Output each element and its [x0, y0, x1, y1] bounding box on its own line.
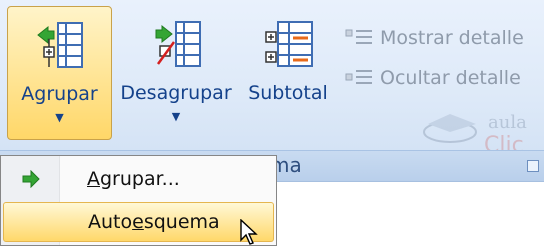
show-detail-icon: [345, 29, 372, 44]
agrupar-dropdown-menu: Agrupar... Autoesquema: [0, 155, 277, 246]
mostrar-detalle-label: Mostrar detalle: [380, 27, 524, 49]
desagrupar-button[interactable]: Desagrupar ▼: [117, 6, 235, 140]
dropdown-arrow-icon[interactable]: ▼: [55, 111, 63, 124]
agrupar-label: Agrupar: [21, 83, 98, 105]
ocultar-detalle-button[interactable]: Ocultar detalle: [344, 64, 521, 92]
ocultar-detalle-label: Ocultar detalle: [380, 67, 521, 89]
dropdown-arrow-icon[interactable]: ▼: [172, 110, 180, 123]
hide-detail-icon: [345, 70, 372, 84]
menu-item-agrupar[interactable]: Agrupar...: [3, 159, 274, 199]
mostrar-detalle-button[interactable]: Mostrar detalle: [344, 24, 524, 52]
group-icon: [30, 15, 90, 77]
mouse-cursor-icon: [240, 219, 258, 245]
agrupar-button[interactable]: Agrupar ▼: [7, 6, 112, 140]
menu-item-label: Autoesquema: [88, 211, 220, 233]
subtotal-button[interactable]: Subtotal: [242, 6, 334, 140]
dialog-launcher-icon[interactable]: [527, 160, 539, 172]
subtotal-icon: [258, 14, 318, 76]
svg-text:aula: aula: [488, 112, 527, 133]
menu-item-autoesquema[interactable]: Autoesquema: [3, 202, 274, 242]
green-arrow-icon: [3, 170, 59, 188]
menu-item-label: Agrupar...: [87, 168, 180, 190]
ungroup-icon: [146, 14, 206, 76]
subtotal-label: Subtotal: [248, 82, 328, 104]
desagrupar-label: Desagrupar: [120, 82, 232, 104]
